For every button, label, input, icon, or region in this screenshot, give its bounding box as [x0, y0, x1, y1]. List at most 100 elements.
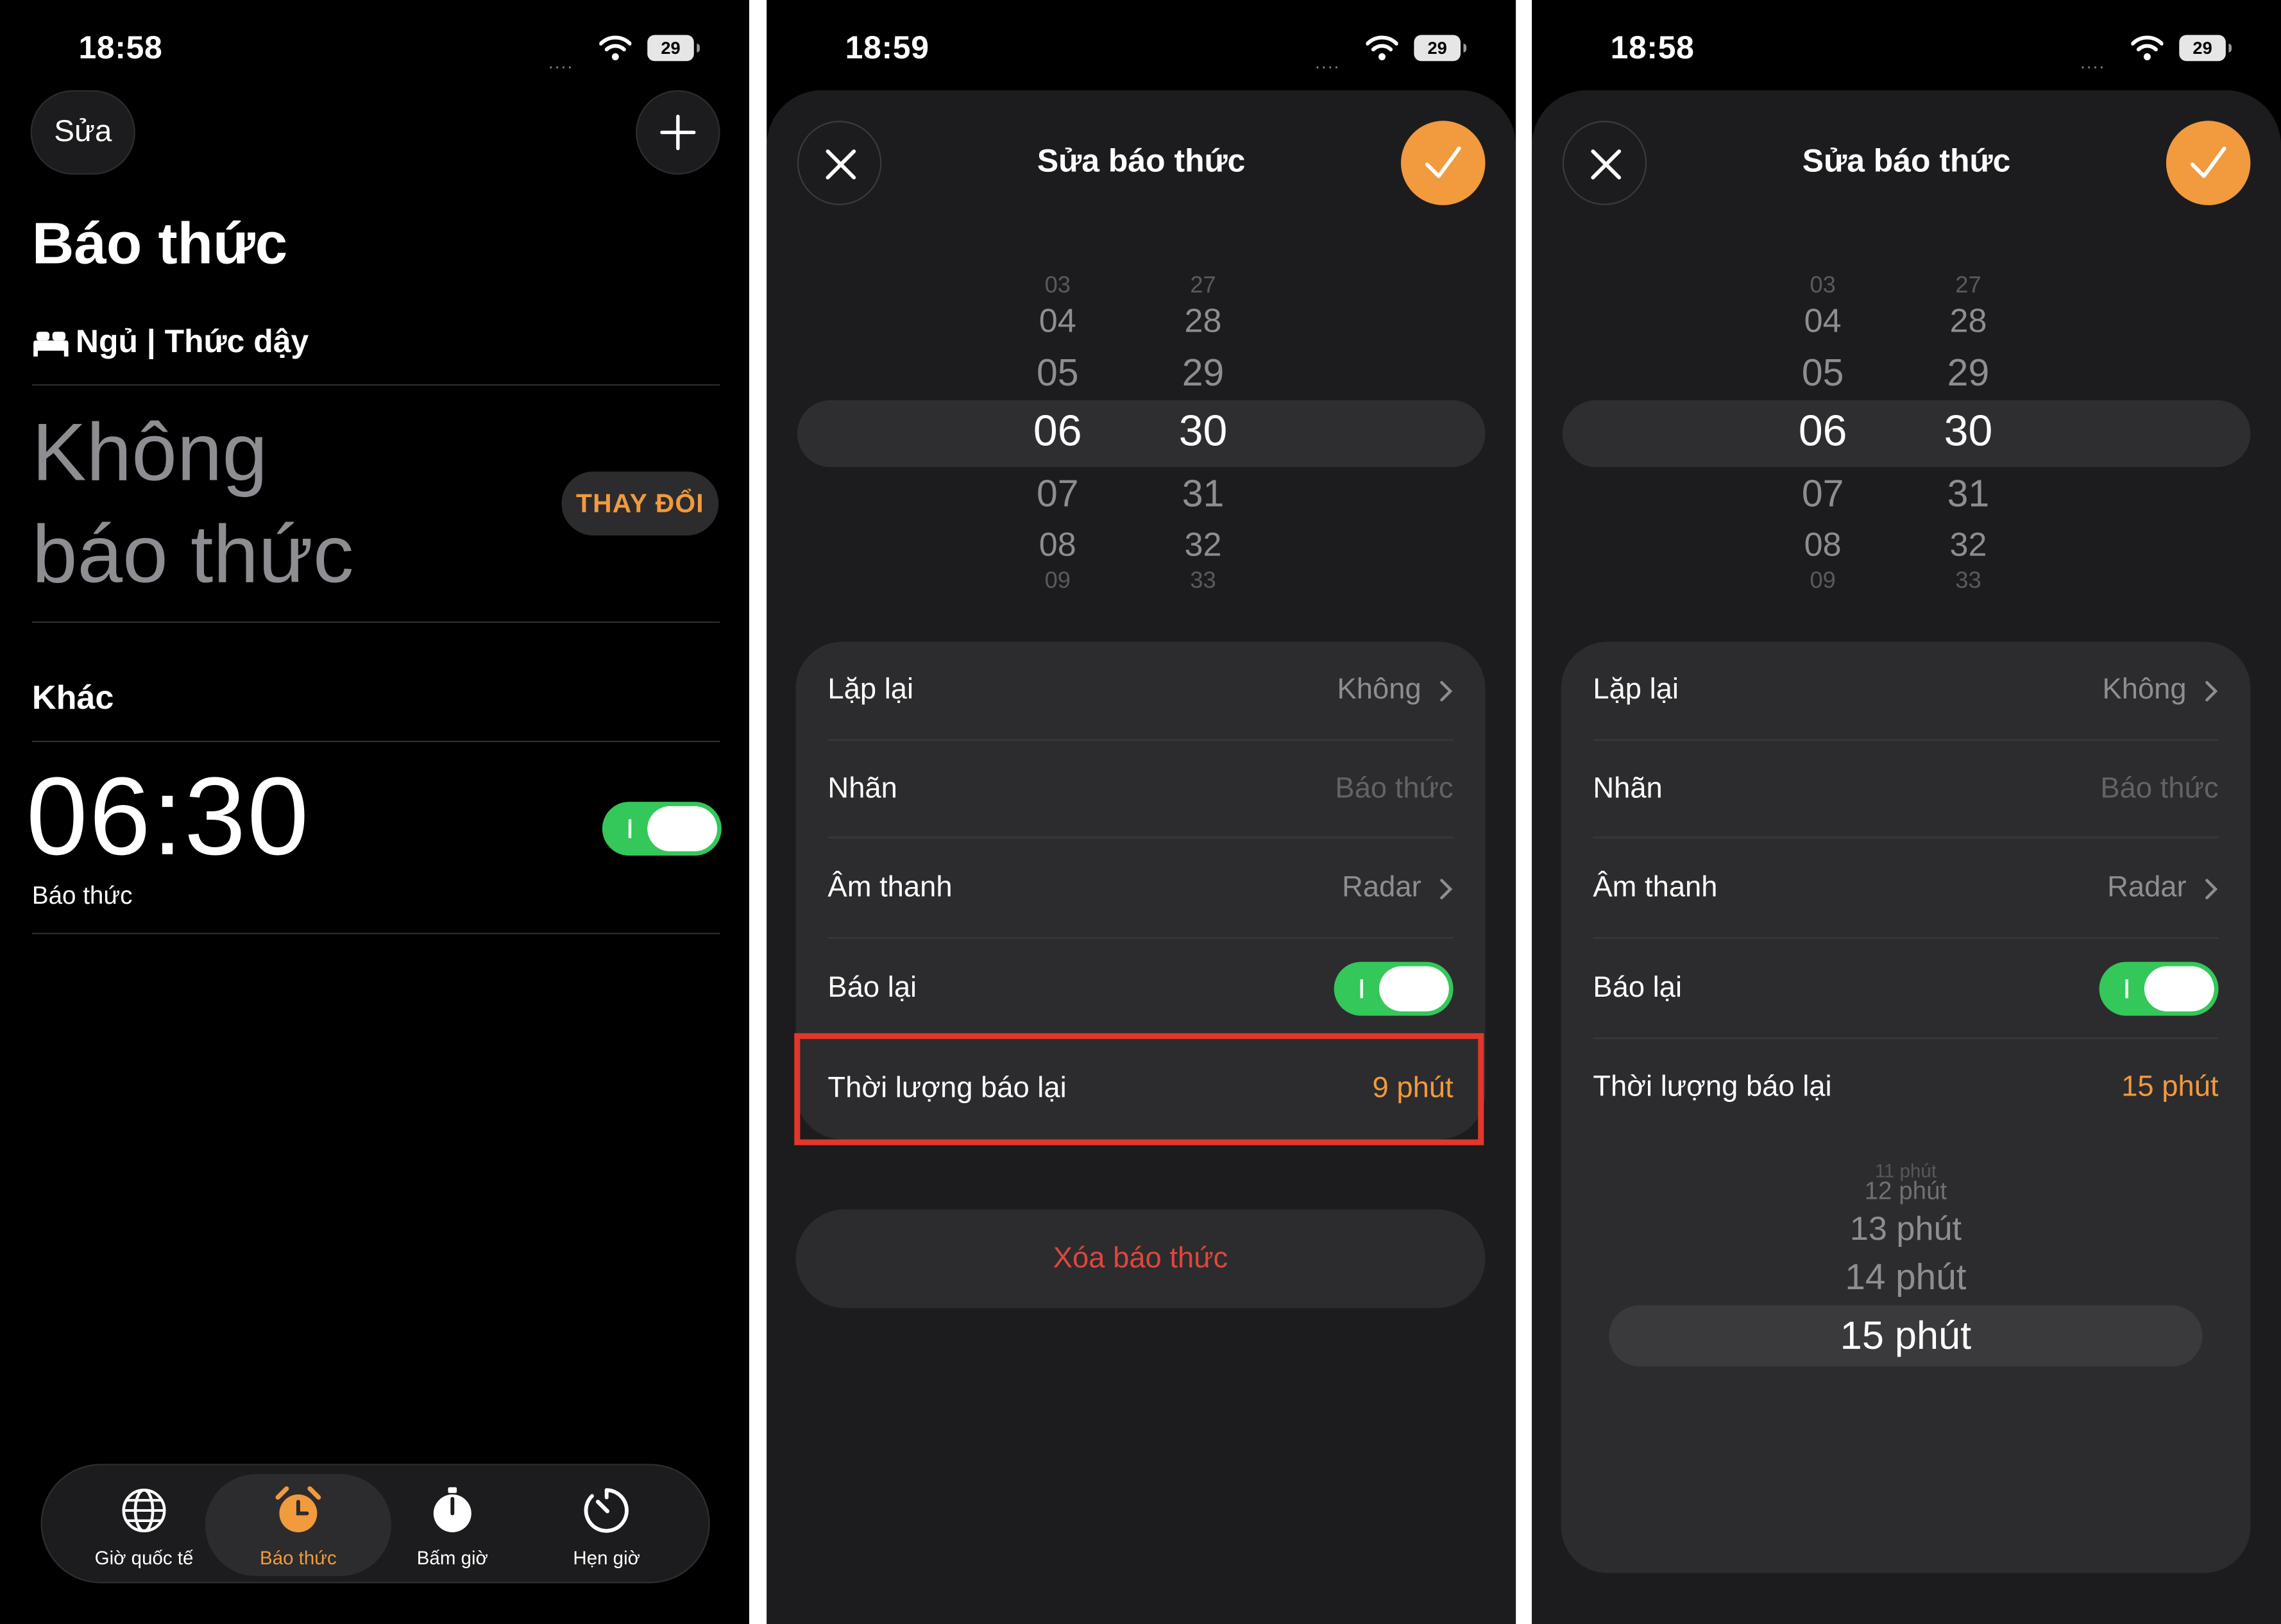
wifi-icon — [1366, 35, 1398, 60]
hour-option[interactable]: 04 — [1014, 301, 1101, 341]
minute-option[interactable]: 32 — [1924, 525, 2012, 564]
hour-option[interactable]: 08 — [1014, 525, 1101, 564]
minute-option[interactable]: 28 — [1924, 301, 2012, 341]
chevron-right-icon — [2205, 879, 2218, 900]
toggle-knob — [647, 806, 718, 852]
delete-alarm-button[interactable]: Xóa báo thức — [795, 1209, 1486, 1308]
edit-button[interactable]: Sửa — [30, 90, 135, 175]
row-divider — [827, 836, 1454, 838]
hour-option[interactable]: 03 — [1014, 274, 1101, 300]
wifi-icon — [599, 35, 632, 60]
snooze-duration-value[interactable]: 15 phút — [2121, 1071, 2218, 1104]
no-alarm-text-line2: báo thức — [31, 507, 354, 600]
other-section-heading: Khác — [31, 678, 114, 716]
minute-option[interactable]: 27 — [1924, 274, 2012, 300]
minute-option[interactable]: 29 — [1924, 351, 2012, 396]
hour-option[interactable]: 09 — [1014, 569, 1101, 595]
tab-label: Hẹn giờ — [573, 1546, 640, 1569]
timer-icon — [584, 1488, 629, 1533]
snooze-toggle[interactable] — [2099, 961, 2219, 1016]
minute-option[interactable]: 31 — [1924, 471, 2012, 516]
minute-selected[interactable]: 30 — [1160, 407, 1247, 457]
chevron-right-icon — [1440, 879, 1453, 900]
signal-dots: .... — [1315, 52, 1341, 73]
minute-option[interactable]: 29 — [1160, 351, 1247, 396]
hour-option[interactable]: 08 — [1779, 525, 1867, 564]
alarm-clock-icon — [275, 1486, 321, 1533]
change-button[interactable]: THAY ĐỔI — [561, 471, 719, 536]
sound-value[interactable]: Radar — [1342, 872, 1421, 905]
edit-alarm-screen: 18:59 .... 29 Sửa báo thức 03 04 05 06 0… — [767, 0, 1516, 1624]
repeat-label: Lặp lại — [827, 673, 914, 706]
snooze-duration-label: Thời lượng báo lại — [1593, 1070, 1832, 1103]
status-time: 18:58 — [1610, 29, 1695, 66]
divider — [31, 740, 720, 743]
minute-option[interactable]: 33 — [1924, 569, 2012, 595]
wifi-icon — [2131, 35, 2164, 60]
toggle-on-mark — [2125, 979, 2128, 999]
row-divider — [1593, 1037, 2219, 1039]
minute-option[interactable]: 27 — [1160, 274, 1247, 300]
highlight-box — [794, 1033, 1484, 1146]
row-divider — [827, 937, 1454, 939]
toggle-knob — [2144, 966, 2214, 1011]
snooze-picker-option[interactable]: 13 phút — [1561, 1209, 2250, 1248]
hour-option[interactable]: 04 — [1779, 301, 1867, 341]
hour-option[interactable]: 05 — [1014, 351, 1101, 396]
hour-option[interactable]: 03 — [1779, 274, 1867, 300]
sound-label: Âm thanh — [827, 872, 953, 904]
divider — [31, 621, 720, 623]
alarm-toggle[interactable] — [602, 802, 722, 856]
snooze-label: Báo lại — [827, 972, 917, 1004]
row-divider — [1593, 937, 2219, 939]
snooze-picker-option[interactable]: 14 phút — [1561, 1257, 2250, 1299]
hour-selected[interactable]: 06 — [1014, 407, 1101, 457]
repeat-label: Lặp lại — [1593, 673, 1679, 706]
confirm-button[interactable] — [2166, 121, 2251, 205]
repeat-value[interactable]: Không — [2102, 673, 2186, 707]
checkmark-icon — [2190, 146, 2226, 178]
battery-indicator: 29 — [647, 35, 700, 62]
divider — [31, 933, 720, 935]
add-alarm-button[interactable] — [636, 90, 720, 175]
time-wheel-selection — [1562, 400, 2251, 468]
snooze-picker-selected[interactable]: 15 phút — [1561, 1314, 2250, 1359]
bed-icon — [33, 332, 69, 357]
label-field[interactable]: Báo thức — [2100, 773, 2218, 806]
row-divider — [1593, 739, 2219, 741]
hour-selected[interactable]: 06 — [1779, 407, 1867, 457]
alarm-settings-card: Lặp lại Không Nhãn Báo thức Âm thanh Rad… — [1561, 641, 2251, 1573]
no-alarm-text-line1: Không — [31, 405, 268, 498]
label-label: Nhãn — [1593, 772, 1663, 805]
tab-timer[interactable]: Hẹn giờ — [514, 1474, 700, 1576]
row-divider — [1593, 836, 2219, 838]
status-time: 18:59 — [845, 29, 929, 66]
battery-indicator: 29 — [1414, 35, 1467, 62]
minute-selected[interactable]: 30 — [1924, 407, 2012, 457]
minute-option[interactable]: 32 — [1160, 525, 1247, 564]
chevron-right-icon — [1440, 681, 1453, 702]
row-divider — [827, 739, 1454, 741]
stage: 18:58 .... 29 Sửa Báo thức Ngủ | Thức dậ… — [0, 0, 2281, 1624]
minute-option[interactable]: 31 — [1160, 471, 1247, 516]
label-label: Nhãn — [827, 772, 897, 805]
hour-option[interactable]: 09 — [1779, 569, 1867, 595]
minute-option[interactable]: 33 — [1160, 569, 1247, 595]
signal-dots: .... — [2080, 52, 2106, 73]
checkmark-icon — [1425, 146, 1461, 178]
minute-option[interactable]: 28 — [1160, 301, 1247, 341]
alarm-label: Báo thức — [31, 881, 133, 909]
hour-option[interactable]: 05 — [1779, 351, 1867, 396]
sound-value[interactable]: Radar — [2107, 872, 2187, 905]
hour-option[interactable]: 07 — [1779, 471, 1867, 516]
chevron-right-icon — [2205, 681, 2218, 702]
hour-option[interactable]: 07 — [1014, 471, 1101, 516]
signal-dots: .... — [548, 52, 574, 73]
snooze-toggle[interactable] — [1334, 961, 1454, 1016]
alarm-time[interactable]: 06:30 — [26, 754, 310, 880]
label-field[interactable]: Báo thức — [1335, 773, 1453, 806]
snooze-picker-option[interactable]: 12 phút — [1561, 1177, 2250, 1206]
repeat-value[interactable]: Không — [1337, 673, 1421, 707]
sound-label: Âm thanh — [1593, 872, 1718, 904]
confirm-button[interactable] — [1400, 121, 1486, 205]
